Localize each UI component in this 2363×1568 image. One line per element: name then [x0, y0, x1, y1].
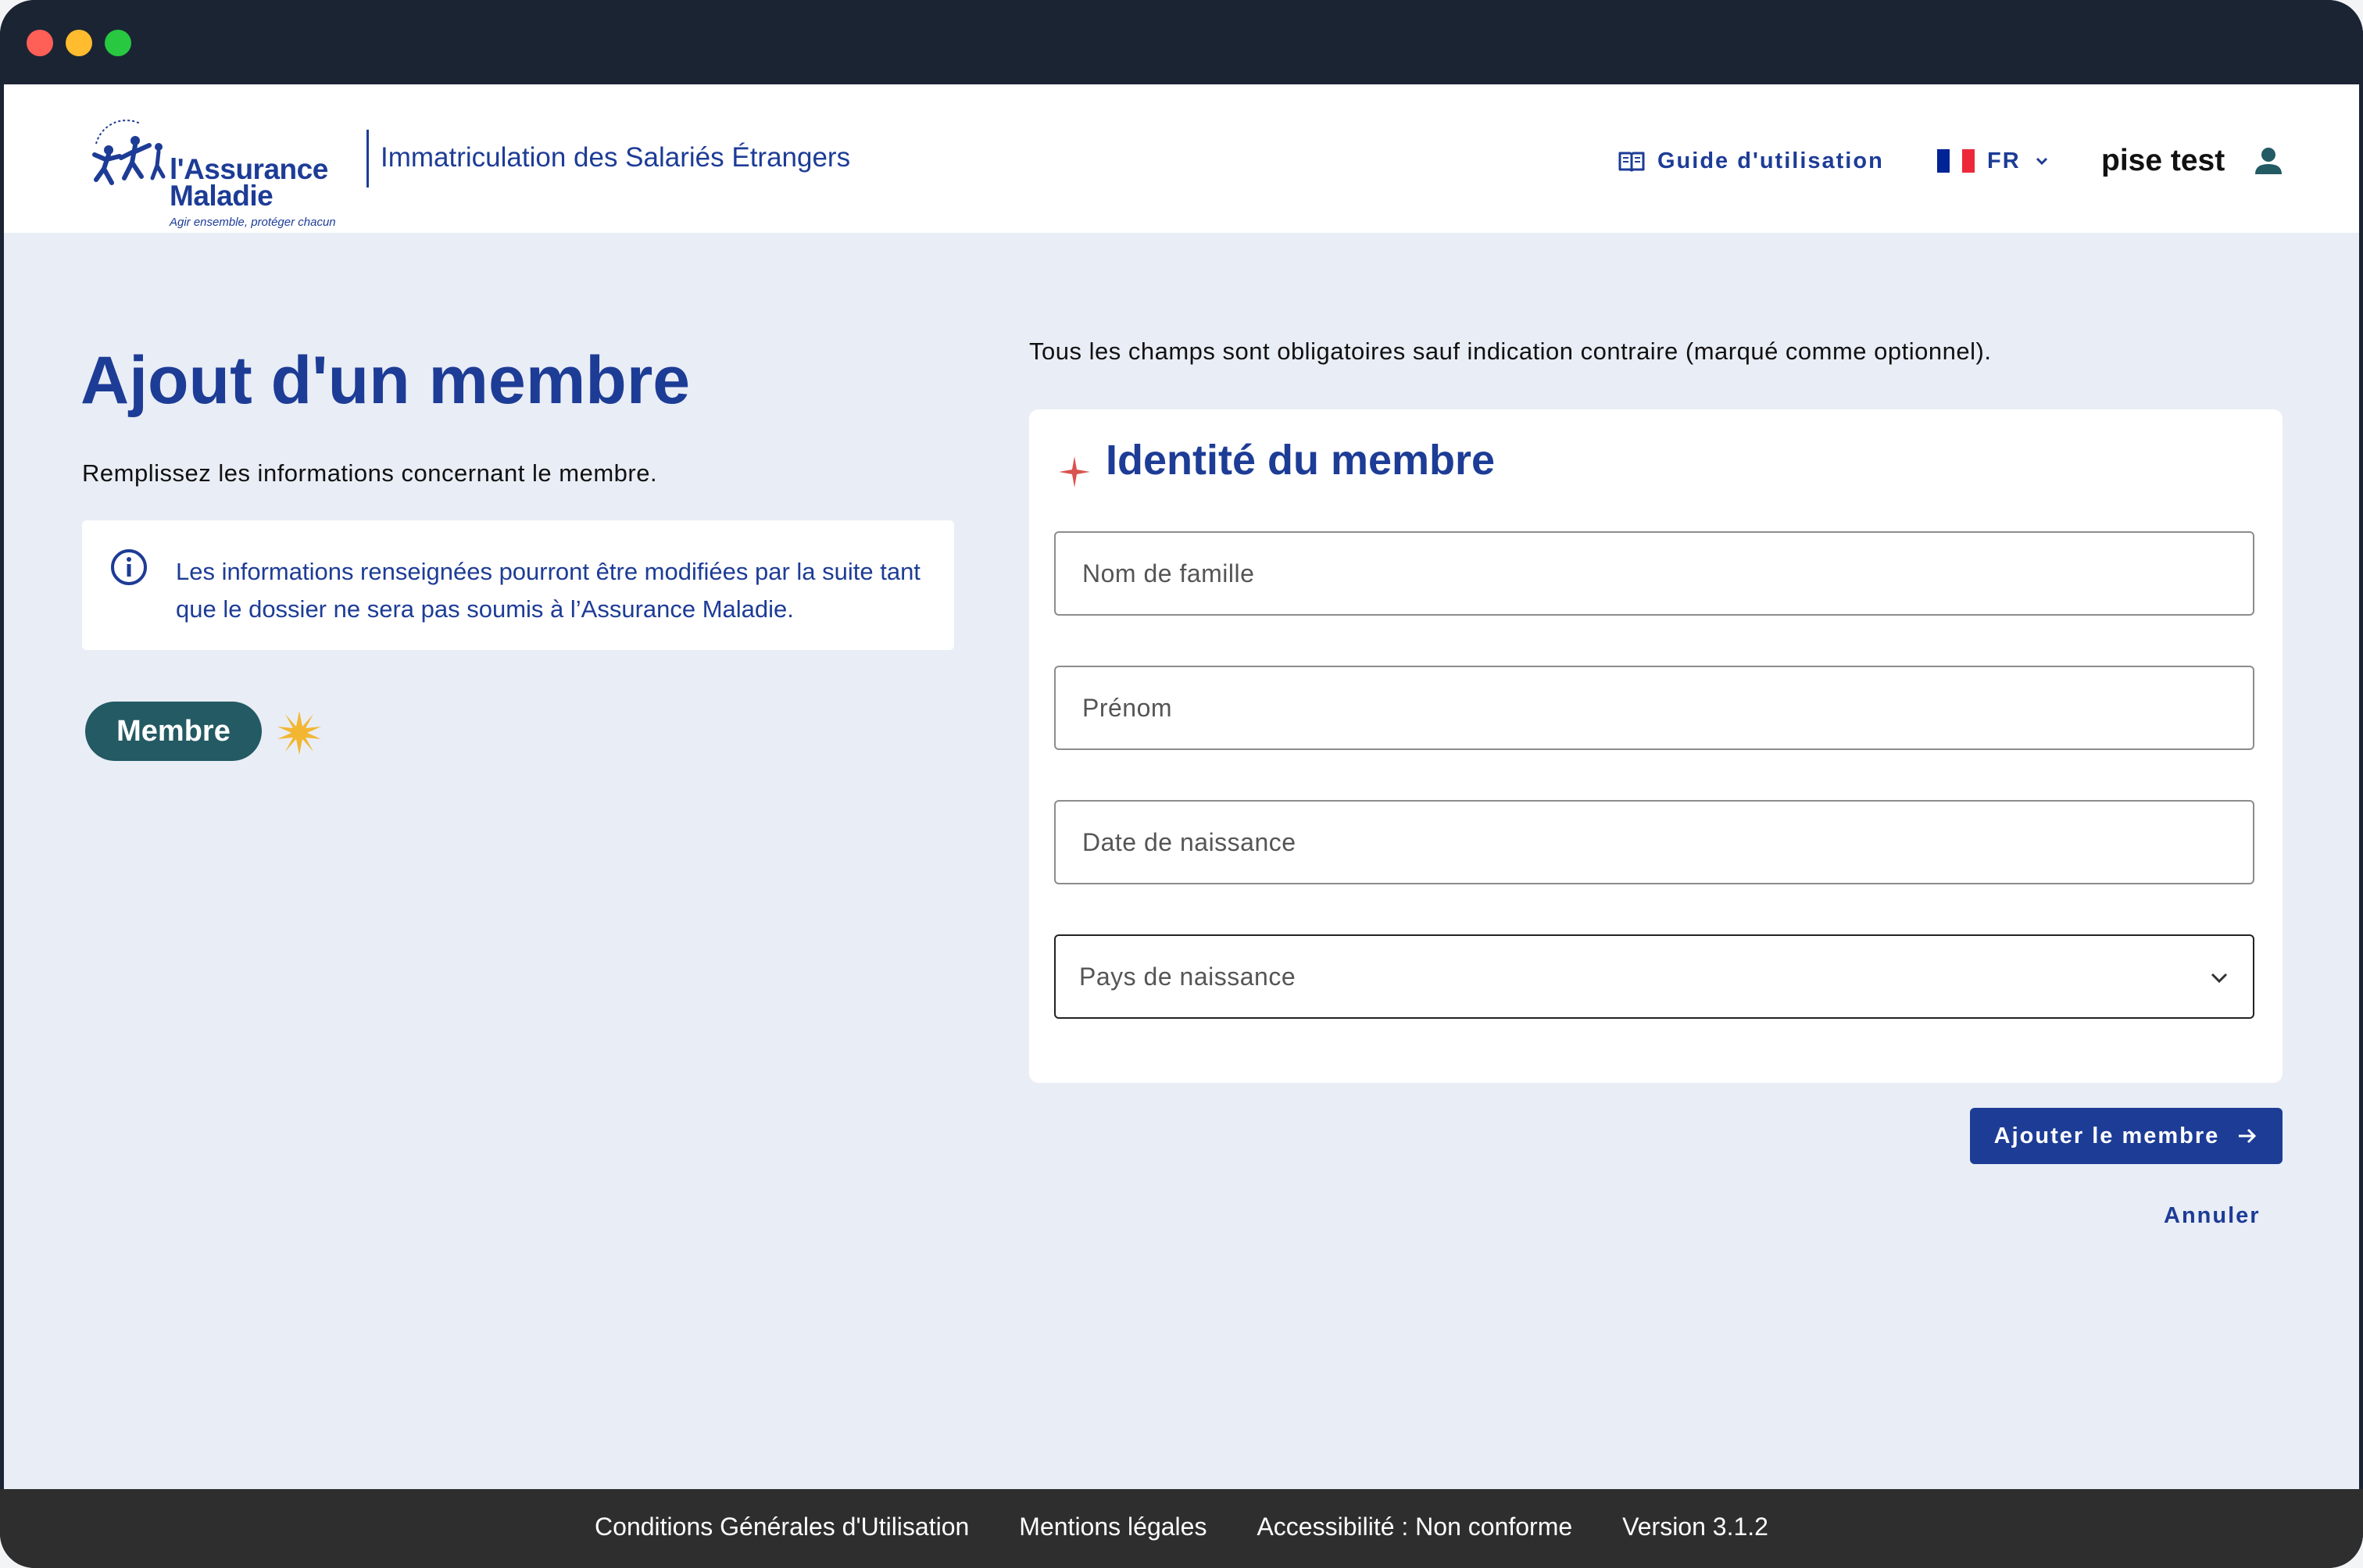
info-text: Les informations renseignées pourront êt…	[176, 558, 921, 623]
user-name: pise test	[2101, 144, 2225, 177]
arrow-right-icon	[2239, 1128, 2257, 1144]
logo-line-2: Maladie	[170, 180, 273, 212]
add-member-button[interactable]: Ajouter le membre	[1970, 1108, 2283, 1164]
user-menu[interactable]: pise test	[2101, 141, 2284, 181]
birth-country-select[interactable]: Pays de naissance	[1054, 934, 2254, 1019]
member-chip[interactable]: Membre	[85, 702, 262, 761]
section-title: Identité du membre	[1106, 437, 1496, 484]
footer-link-accessibility[interactable]: Accessibilité : Non conforme	[1257, 1513, 1572, 1541]
assurance-maladie-logo-icon	[92, 120, 166, 185]
info-box: Les informations renseignées pourront êt…	[82, 520, 954, 650]
site-header: l'Assurance Maladie Agir ensemble, proté…	[4, 84, 2359, 233]
last-name-field	[1054, 531, 2254, 616]
user-icon	[2255, 148, 2283, 174]
language-selector[interactable]: FR	[1937, 145, 2050, 177]
app-name: Immatriculation des Salariés Étrangers	[381, 142, 851, 173]
footer-link-cgu[interactable]: Conditions Générales d'Utilisation	[595, 1513, 969, 1541]
birth-date-input[interactable]	[1056, 802, 2253, 883]
header-divider	[366, 130, 369, 188]
logo-wordmark: l'Assurance Maladie	[170, 153, 328, 212]
book-icon	[1618, 152, 1645, 172]
guide-link[interactable]: Guide d'utilisation	[1618, 145, 1884, 177]
page-title: Ajout d'un membre	[80, 343, 691, 418]
cancel-link[interactable]: Annuler	[2164, 1203, 2261, 1229]
browser-window: l'Assurance Maladie Agir ensemble, proté…	[0, 0, 2363, 1568]
site-footer: Conditions Générales d'Utilisation Menti…	[0, 1489, 2363, 1568]
required-fields-note: Tous les champs sont obligatoires sauf i…	[1029, 338, 1992, 365]
france-flag-icon	[1937, 149, 1975, 173]
minimize-window-button[interactable]	[66, 30, 92, 56]
guide-link-label: Guide d'utilisation	[1657, 148, 1884, 173]
member-identity-card: Identité du membre Pays de naissance	[1029, 409, 2283, 1083]
maximize-window-button[interactable]	[105, 30, 131, 56]
sparkle-icon	[277, 711, 321, 755]
close-window-button[interactable]	[27, 30, 53, 56]
chevron-down-icon	[2211, 973, 2228, 984]
footer-link-legal[interactable]: Mentions légales	[1019, 1513, 1207, 1541]
birth-country-placeholder: Pays de naissance	[1079, 963, 1296, 991]
first-name-field	[1054, 666, 2254, 750]
logo-tagline: Agir ensemble, protéger chacun	[170, 216, 336, 229]
last-name-input[interactable]	[1056, 533, 2253, 614]
chevron-down-icon	[2036, 157, 2047, 166]
page-subtitle: Remplissez les informations concernant l…	[82, 459, 658, 487]
logo[interactable]: l'Assurance Maladie Agir ensemble, proté…	[85, 117, 351, 229]
page: l'Assurance Maladie Agir ensemble, proté…	[4, 84, 2359, 1489]
info-icon	[111, 549, 147, 585]
footer-links: Conditions Générales d'Utilisation Menti…	[0, 1513, 2363, 1541]
window-titlebar	[0, 0, 2363, 84]
star-icon	[1059, 456, 1090, 488]
add-member-button-label: Ajouter le membre	[1993, 1123, 2220, 1148]
birth-date-field	[1054, 800, 2254, 884]
footer-version: Version 3.1.2	[1622, 1513, 1768, 1541]
language-code: FR	[1987, 148, 2021, 173]
first-name-input[interactable]	[1056, 667, 2253, 748]
logo-line-1: l'Assurance	[170, 153, 328, 185]
